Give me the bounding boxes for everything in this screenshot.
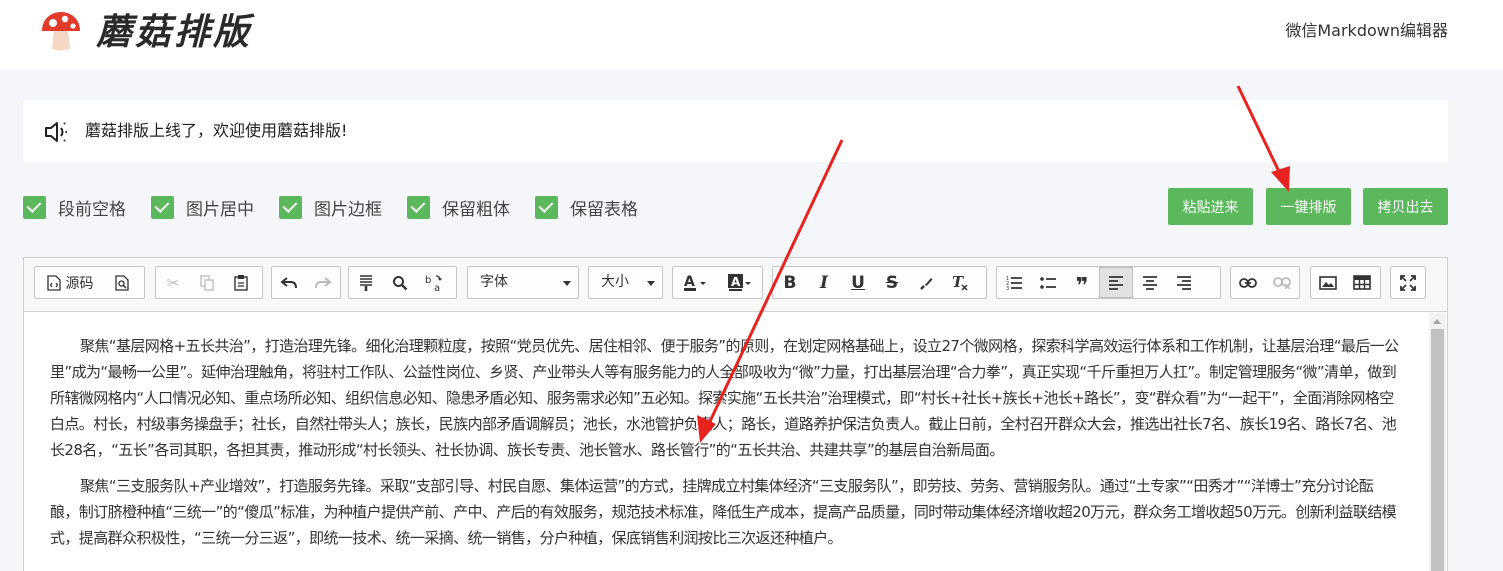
- checkbox-checked-icon[interactable]: [407, 195, 430, 219]
- svg-text:a: a: [434, 283, 440, 292]
- preview-icon: [114, 274, 129, 291]
- italic-icon[interactable]: I: [807, 267, 841, 298]
- preview-button[interactable]: [105, 267, 139, 298]
- mushroom-logo-icon: [42, 12, 80, 51]
- fullscreen-icon[interactable]: [1391, 267, 1425, 298]
- align-left-icon[interactable]: [1099, 267, 1133, 298]
- checkbox-checked-icon[interactable]: [279, 195, 302, 219]
- align-center-icon[interactable]: [1133, 267, 1167, 298]
- toolbar-group-clipboard: ✂: [155, 266, 263, 299]
- toolbar-group-document: 源码: [34, 266, 145, 299]
- paste-in-button[interactable]: 粘贴进来: [1168, 188, 1253, 225]
- option-image-center[interactable]: 图片居中: [151, 194, 254, 220]
- table-icon[interactable]: [1345, 267, 1379, 298]
- undo-icon[interactable]: [272, 267, 306, 298]
- option-label: 段前空格: [58, 199, 126, 220]
- toolbar-group-colors: A A: [672, 266, 763, 299]
- toolbar-group-history: [271, 266, 341, 299]
- search-icon[interactable]: [383, 267, 417, 298]
- source-label: 源码: [65, 275, 94, 292]
- scroll-up-arrow-icon[interactable]: [1433, 319, 1441, 324]
- editor-toolbar: 源码 ✂ ba 字体 大小 A A B I U S T 1 2 3 ❞: [24, 258, 1447, 312]
- options-group: 段前空格 图片居中 图片边框 保留粗体 保留表格: [23, 194, 663, 220]
- rich-text-editor: 源码 ✂ ba 字体 大小 A A B I U S T 1 2 3 ❞ 聚焦“基…: [23, 257, 1448, 571]
- logo-text: 蘑菇排版: [96, 12, 253, 52]
- redo-icon[interactable]: [306, 267, 340, 298]
- format-painter-icon[interactable]: [909, 267, 943, 298]
- option-paragraph-indent[interactable]: 段前空格: [23, 194, 126, 220]
- one-click-format-button[interactable]: 一键排版: [1266, 188, 1351, 225]
- ordered-list-icon[interactable]: 123: [997, 267, 1031, 298]
- option-image-border[interactable]: 图片边框: [279, 194, 382, 220]
- option-keep-bold[interactable]: 保留粗体: [407, 194, 510, 220]
- link-icon[interactable]: [1231, 267, 1265, 298]
- text-color-icon[interactable]: A: [673, 267, 718, 298]
- notice-text: 蘑菇排版上线了，欢迎使用蘑菇排版!: [85, 121, 348, 140]
- scrollbar-thumb[interactable]: [1431, 329, 1444, 571]
- option-label: 保留表格: [570, 199, 638, 220]
- blockquote-icon[interactable]: ❞: [1065, 267, 1099, 299]
- replace-icon[interactable]: ba: [417, 267, 451, 298]
- content-paragraph: 聚焦“三支服务队+产业增效”，打造服务先锋。采取“支部引导、村民自愿、集体运营”…: [50, 477, 1397, 547]
- svg-text:b: b: [425, 275, 431, 286]
- editor-scrollbar[interactable]: [1429, 313, 1446, 571]
- option-keep-table[interactable]: 保留表格: [535, 194, 638, 220]
- svg-text:A: A: [731, 275, 741, 289]
- toolbar-group-tools: ba: [348, 266, 457, 299]
- background-color-icon[interactable]: A: [718, 267, 763, 298]
- format-block-icon[interactable]: [349, 267, 383, 298]
- font-family-select[interactable]: 字体: [467, 266, 579, 299]
- checkbox-checked-icon[interactable]: [535, 195, 558, 219]
- checkbox-checked-icon[interactable]: [151, 195, 174, 219]
- bold-icon[interactable]: B: [773, 267, 807, 298]
- app-header: 蘑菇排版 微信Markdown编辑器: [0, 0, 1503, 70]
- cut-icon[interactable]: ✂: [156, 267, 190, 298]
- notice-bar: 蘑菇排版上线了，欢迎使用蘑菇排版!: [23, 100, 1448, 162]
- header-subtitle: 微信Markdown编辑器: [1285, 21, 1448, 40]
- svg-text:3: 3: [1006, 286, 1009, 291]
- option-label: 图片居中: [186, 199, 254, 220]
- source-icon: [46, 274, 61, 291]
- copy-icon[interactable]: [190, 267, 224, 298]
- content-paragraph: 聚焦“基层网格+五长共治”，打造治理先锋。细化治理颗粒度，按照“党员优先、居住相…: [50, 337, 1399, 459]
- clear-format-icon[interactable]: T: [943, 267, 977, 298]
- toolbar-group-insert: [1310, 266, 1381, 299]
- editor-content[interactable]: 聚焦“基层网格+五长共治”，打造治理先锋。细化治理颗粒度，按照“党员优先、居住相…: [24, 313, 1426, 571]
- toolbar-group-text-style: B I U S T: [772, 266, 987, 299]
- copy-out-button[interactable]: 拷贝出去: [1363, 188, 1448, 225]
- source-button[interactable]: 源码: [35, 267, 105, 298]
- toolbar-group-view: [1390, 266, 1426, 299]
- toolbar-group-links: [1230, 266, 1300, 299]
- option-label: 图片边框: [314, 199, 382, 220]
- option-label: 保留粗体: [442, 199, 510, 220]
- font-size-select[interactable]: 大小: [588, 266, 663, 299]
- unordered-list-icon[interactable]: [1031, 267, 1065, 298]
- align-right-icon[interactable]: [1167, 267, 1201, 298]
- strikethrough-icon[interactable]: S: [875, 267, 909, 298]
- underline-icon[interactable]: U: [841, 267, 875, 298]
- svg-text:A: A: [684, 274, 695, 290]
- image-icon[interactable]: [1311, 267, 1345, 298]
- paste-icon[interactable]: [224, 267, 258, 298]
- checkbox-checked-icon[interactable]: [23, 195, 46, 219]
- speaker-icon: [45, 122, 67, 142]
- toolbar-group-paragraph: 123 ❞: [996, 266, 1221, 299]
- unlink-icon[interactable]: [1265, 267, 1299, 298]
